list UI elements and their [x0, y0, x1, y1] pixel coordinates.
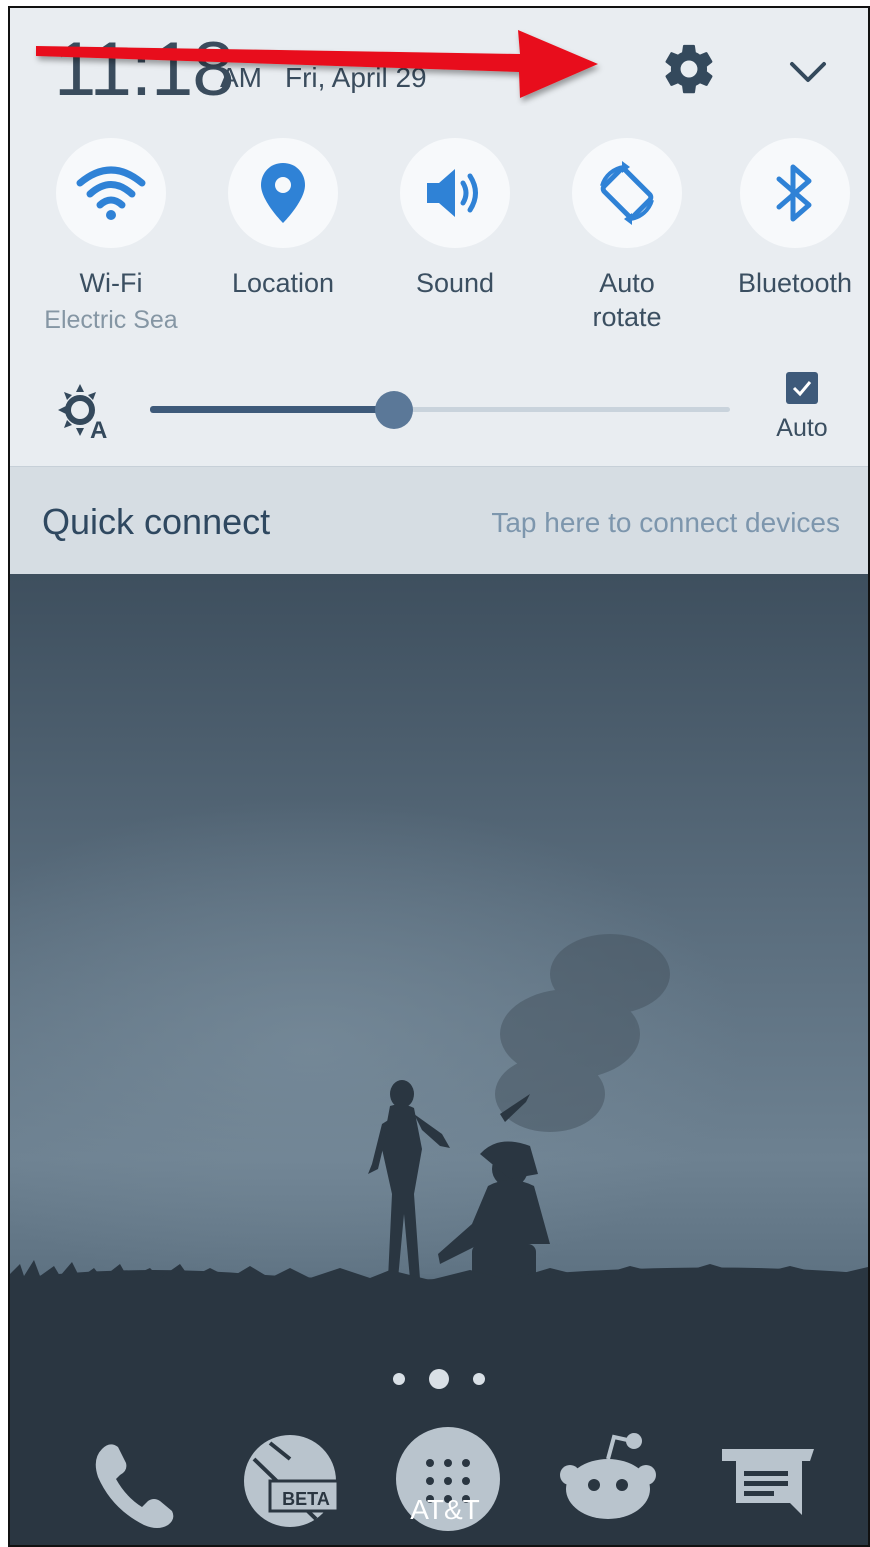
auto-rotate-icon	[600, 161, 654, 225]
wifi-icon	[76, 166, 146, 220]
toggle-sound-circle	[400, 138, 510, 248]
toggle-auto-rotate-circle	[572, 138, 682, 248]
toggle-sound-label: Sound	[415, 268, 495, 298]
toggle-location-circle	[228, 138, 338, 248]
status-row: 11:18 AM Fri, April 29	[10, 8, 868, 128]
beta-browser-app[interactable]: BETA	[230, 1419, 350, 1539]
brightness-row: A Auto	[10, 368, 868, 458]
home-wallpaper: BETA AT&T	[10, 574, 868, 1545]
reddit-app[interactable]	[550, 1419, 670, 1539]
phone-app[interactable]	[72, 1419, 192, 1539]
settings-button[interactable]	[660, 40, 718, 98]
messages-icon	[722, 1449, 814, 1515]
toggle-wifi-circle	[56, 138, 166, 248]
quick-connect-bar[interactable]: Quick connect Tap here to connect device…	[10, 466, 868, 574]
collapse-panel-button[interactable]	[780, 44, 836, 100]
toggle-location[interactable]: Location	[198, 138, 368, 300]
page-dot	[473, 1373, 486, 1385]
toggle-wifi-network: Electric Sea	[44, 306, 178, 334]
page-indicator	[10, 1369, 868, 1389]
notification-panel: 11:18 AM Fri, April 29 Wi-Fi Electric Se…	[10, 8, 868, 466]
toggle-auto-rotate[interactable]: Auto rotate	[542, 138, 712, 334]
chevron-down-icon	[790, 62, 826, 82]
toggle-wifi-label: Wi-Fi	[79, 268, 143, 298]
toggle-bluetooth-label: Bluetooth	[737, 268, 853, 298]
brightness-auto-icon: A	[58, 384, 107, 440]
toggle-location-label: Location	[231, 268, 335, 298]
toggle-wifi[interactable]: Wi-Fi Electric Sea	[26, 138, 196, 336]
gear-icon	[665, 44, 713, 94]
beta-browser-icon	[244, 1435, 340, 1527]
quick-settings-toggles: Wi-Fi Electric Sea Location Sound Auto r…	[10, 138, 868, 348]
auto-brightness-label: Auto	[776, 414, 828, 442]
phone-icon	[95, 1444, 174, 1528]
page-dot-active	[429, 1369, 449, 1389]
bluetooth-icon	[776, 164, 812, 222]
brightness-slider[interactable]	[150, 390, 730, 430]
wallpaper-image	[10, 574, 868, 1545]
toggle-sound[interactable]: Sound	[370, 138, 540, 300]
brightness-thumb[interactable]	[374, 391, 413, 429]
beta-badge: BETA	[282, 1489, 330, 1509]
svg-text:A: A	[90, 417, 107, 440]
quick-connect-hint: Tap here to connect devices	[491, 507, 840, 538]
reddit-icon	[560, 1433, 656, 1519]
annotation-arrow-icon	[36, 30, 598, 98]
toggle-bluetooth[interactable]: Bluetooth	[710, 138, 868, 300]
auto-brightness-checkbox[interactable]: Auto	[762, 368, 842, 452]
page-dot	[392, 1373, 405, 1385]
quick-connect-title: Quick connect	[42, 501, 271, 542]
carrier-label: AT&T	[410, 1494, 480, 1525]
checkbox-checked-icon	[786, 372, 818, 404]
phone-screen: 11:18 AM Fri, April 29 Wi-Fi Electric Se…	[8, 6, 870, 1547]
brightness-fill	[150, 406, 394, 413]
toggle-bluetooth-circle	[740, 138, 850, 248]
location-pin-icon	[261, 163, 305, 223]
speaker-icon	[427, 169, 478, 217]
toggle-auto-rotate-label: Auto rotate	[592, 268, 662, 332]
messages-app[interactable]	[710, 1419, 830, 1539]
